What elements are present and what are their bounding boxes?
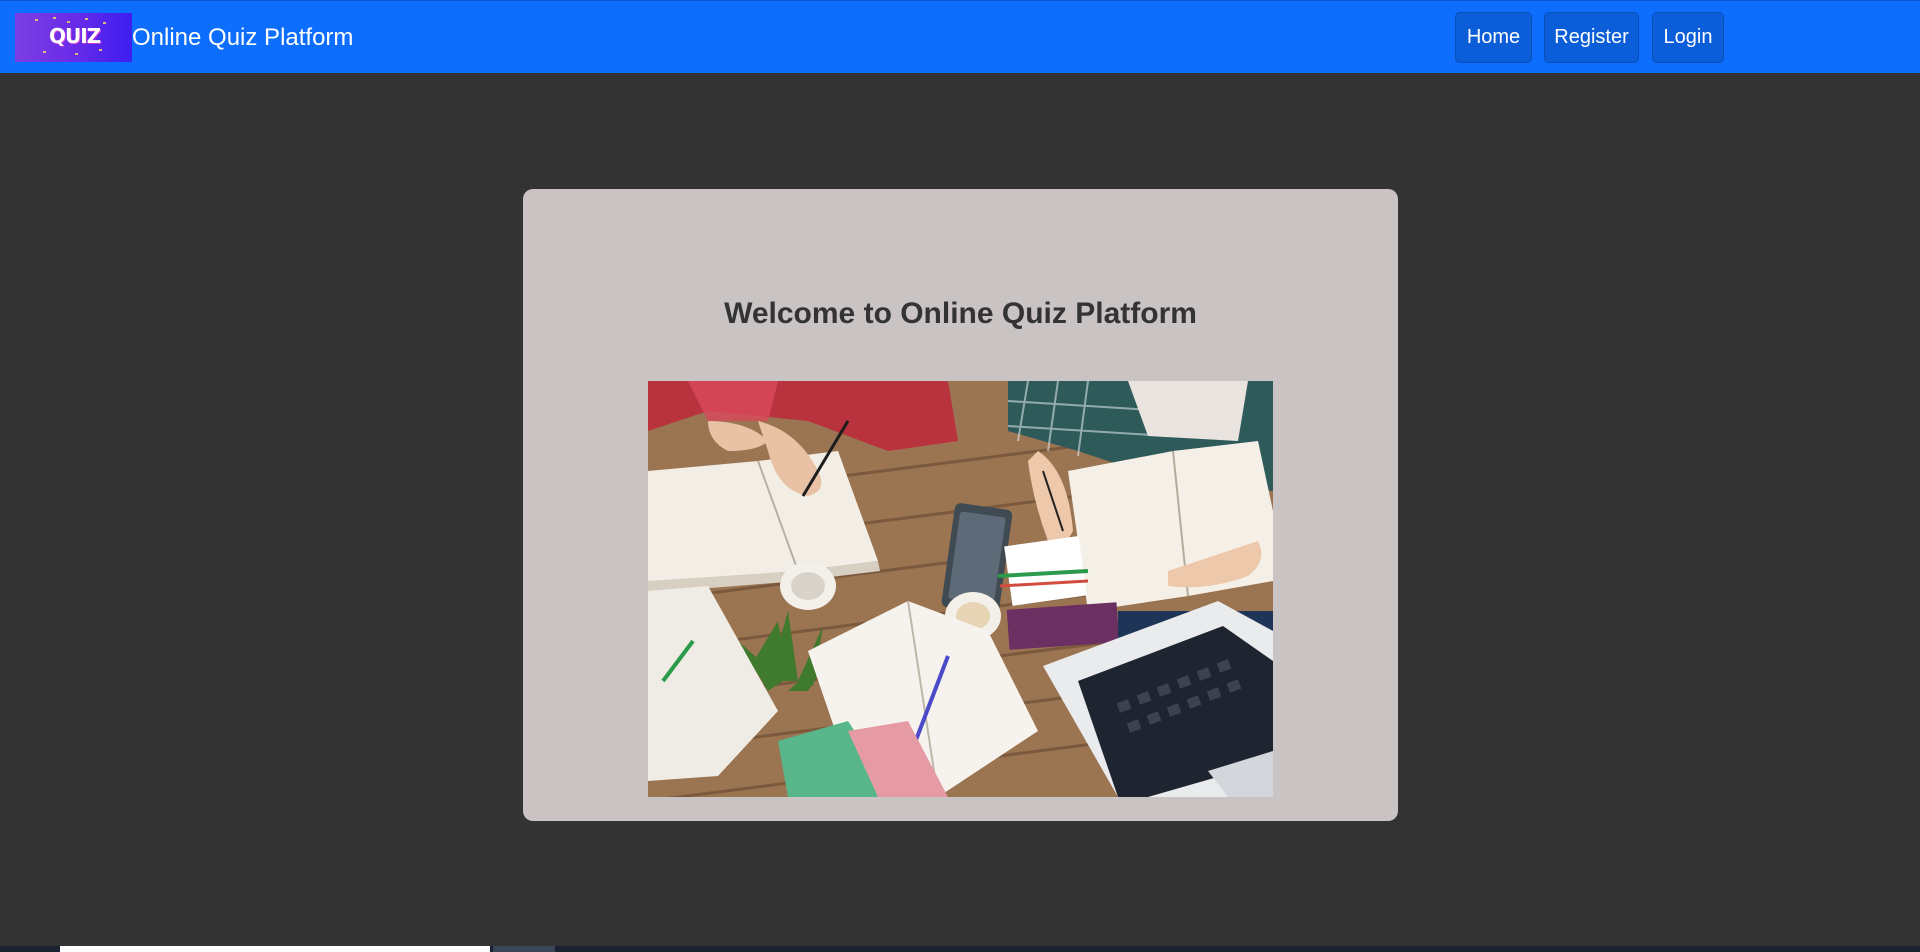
- welcome-heading: Welcome to Online Quiz Platform: [724, 297, 1197, 330]
- quiz-logo[interactable]: QUIZ: [15, 13, 132, 62]
- taskbar-button[interactable]: [493, 946, 555, 952]
- logo-text: QUIZ: [49, 24, 101, 48]
- hero-illustration: [648, 381, 1273, 797]
- taskbar-search-input[interactable]: [60, 946, 490, 952]
- navbar: QUIZ Online Quiz Platform Home Register …: [0, 0, 1920, 73]
- welcome-card: Welcome to Online Quiz Platform: [523, 189, 1398, 821]
- site-title[interactable]: Online Quiz Platform: [132, 24, 353, 52]
- nav-login-button[interactable]: Login: [1652, 12, 1724, 63]
- students-studying-image: [648, 381, 1273, 797]
- nav-home-button[interactable]: Home: [1455, 12, 1532, 63]
- nav-register-button[interactable]: Register: [1544, 12, 1639, 63]
